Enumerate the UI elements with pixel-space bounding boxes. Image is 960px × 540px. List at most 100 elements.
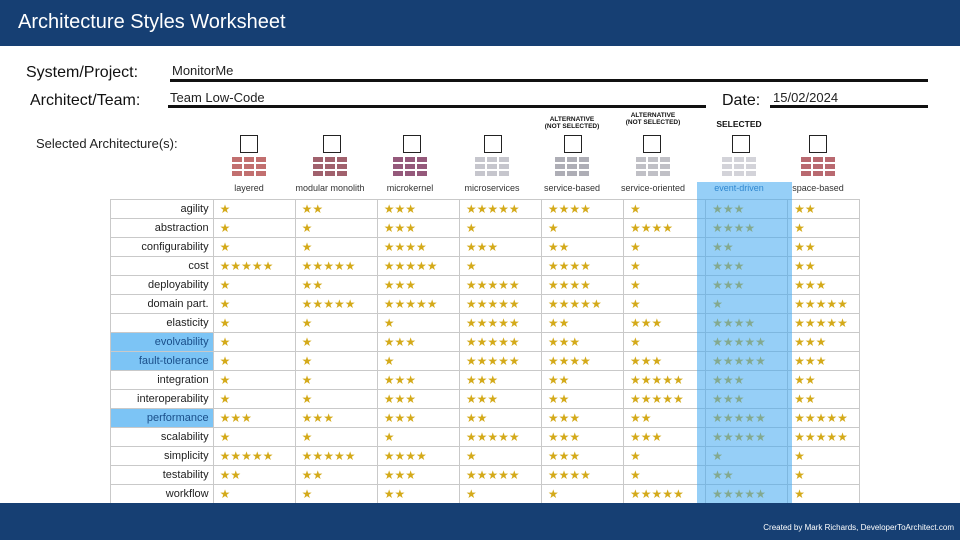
column-header-event-driven: event-driven	[714, 183, 764, 193]
star-icon: ★★★★★	[294, 294, 378, 314]
select-checkbox-microservices[interactable]	[484, 135, 502, 153]
star-icon: ★★★★★	[294, 256, 378, 276]
modular-monolith-diagram-icon	[313, 157, 347, 178]
star-icon: ★★★★★	[212, 256, 296, 276]
star-icon: ★★	[212, 465, 296, 485]
star-icon: ★★★★★	[376, 256, 460, 276]
rating-row-deployability: deployability ★ ★★ ★★★ ★★★★★ ★★★★ ★ ★★★ ★★★	[110, 275, 860, 295]
column-header-layered: layered	[234, 183, 264, 193]
architect-underline	[168, 105, 706, 108]
star-icon: ★★★	[540, 332, 624, 352]
star-icon: ★★	[705, 465, 789, 485]
star-icon: ★	[622, 256, 707, 276]
select-checkbox-microkernel[interactable]	[403, 135, 421, 153]
star-icon: ★	[294, 351, 378, 371]
star-icon: ★★	[458, 408, 542, 428]
footer-bar: Created by Mark Richards, DeveloperToArc…	[0, 503, 960, 540]
select-checkbox-event-driven[interactable]	[732, 135, 750, 153]
star-icon: ★	[540, 218, 624, 238]
star-icon: ★★★	[458, 389, 542, 409]
star-icon: ★	[294, 389, 378, 409]
star-icon: ★	[294, 427, 378, 447]
star-icon: ★	[787, 218, 860, 238]
star-icon: ★★★★★	[458, 275, 542, 295]
title-bar: Architecture Styles Worksheet	[0, 0, 960, 46]
star-icon: ★★★	[376, 408, 460, 428]
select-checkbox-space-based[interactable]	[809, 135, 827, 153]
star-icon: ★★★	[787, 351, 860, 371]
star-icon: ★★★	[787, 332, 860, 352]
star-icon: ★★★★★	[458, 351, 542, 371]
star-icon: ★	[212, 218, 296, 238]
row-label: configurability	[110, 237, 214, 257]
architect-value[interactable]: Team Low-Code	[170, 90, 265, 105]
column-header-service-oriented: service-oriented	[620, 183, 686, 193]
star-icon: ★	[622, 446, 707, 466]
row-label: scalability	[110, 427, 214, 447]
star-icon: ★★★★★	[705, 484, 789, 504]
star-icon: ★★★★	[622, 218, 707, 238]
ratings-table: agility ★ ★★ ★★★ ★★★★★ ★★★★ ★ ★★★ ★★ abstraction ★…	[110, 199, 860, 504]
event-driven-diagram-icon	[722, 157, 756, 178]
column-header-modular-monolith: modular monolith	[295, 183, 365, 193]
star-icon: ★	[376, 351, 460, 371]
rating-row-workflow: workflow ★ ★ ★★ ★ ★ ★★★★★ ★★★★★ ★	[110, 484, 860, 504]
star-icon: ★★★★★	[458, 332, 542, 352]
rating-row-abstraction: abstraction ★ ★ ★★★ ★ ★ ★★★★ ★★★★ ★	[110, 218, 860, 238]
star-icon: ★	[212, 389, 296, 409]
row-label: elasticity	[110, 313, 214, 333]
star-icon: ★★★	[622, 313, 707, 333]
star-icon: ★★★★★	[787, 427, 860, 447]
star-icon: ★★	[540, 237, 624, 257]
star-icon: ★	[376, 427, 460, 447]
system-value[interactable]: MonitorMe	[172, 63, 233, 78]
star-icon: ★★	[540, 389, 624, 409]
star-icon: ★★★★	[705, 313, 789, 333]
star-icon: ★	[212, 313, 296, 333]
row-label: domain part.	[110, 294, 214, 314]
page-title: Architecture Styles Worksheet	[18, 11, 286, 33]
select-checkbox-modular-monolith[interactable]	[323, 135, 341, 153]
date-value[interactable]: 15/02/2024	[773, 90, 838, 105]
column-status-service-based: ALTERNATIVE (NOT SELECTED)	[544, 116, 600, 130]
star-icon: ★★★★★	[622, 389, 707, 409]
star-icon: ★★	[787, 256, 860, 276]
star-icon: ★★★	[622, 351, 707, 371]
star-icon: ★	[212, 199, 296, 219]
row-label: cost	[110, 256, 214, 276]
select-checkbox-service-based[interactable]	[564, 135, 582, 153]
star-icon: ★★★★★	[622, 484, 707, 504]
star-icon: ★★★★	[540, 465, 624, 485]
star-icon: ★	[458, 218, 542, 238]
star-icon: ★★★★	[540, 351, 624, 371]
star-icon: ★★★	[540, 427, 624, 447]
star-icon: ★★	[787, 199, 860, 219]
select-checkbox-layered[interactable]	[240, 135, 258, 153]
star-icon: ★★★	[787, 275, 860, 295]
row-label: fault-tolerance	[110, 351, 214, 371]
selected-architectures-label: Selected Architecture(s):	[36, 136, 178, 151]
star-icon: ★★★★★	[458, 313, 542, 333]
rating-row-testability: testability ★★ ★★ ★★★ ★★★★★ ★★★★ ★ ★★ ★	[110, 465, 860, 485]
star-icon: ★★★	[294, 408, 378, 428]
star-icon: ★	[787, 484, 860, 504]
star-icon: ★★★	[376, 370, 460, 390]
star-icon: ★	[622, 294, 707, 314]
rating-row-agility: agility ★ ★★ ★★★ ★★★★★ ★★★★ ★ ★★★ ★★	[110, 199, 860, 219]
star-icon: ★★★	[705, 275, 789, 295]
star-icon: ★	[787, 446, 860, 466]
date-label: Date:	[722, 92, 761, 109]
rating-row-evolvability: evolvability ★ ★ ★★★ ★★★★★ ★★★ ★ ★★★★★ ★★★	[110, 332, 860, 352]
select-checkbox-service-oriented[interactable]	[643, 135, 661, 153]
star-icon: ★	[212, 427, 296, 447]
star-icon: ★★★★★	[212, 446, 296, 466]
star-icon: ★★	[705, 237, 789, 257]
star-icon: ★★★	[376, 275, 460, 295]
row-label: testability	[110, 465, 214, 485]
star-icon: ★	[622, 237, 707, 257]
star-icon: ★	[705, 294, 789, 314]
star-icon: ★	[458, 484, 542, 504]
column-header-space-based: space-based	[792, 183, 844, 193]
star-icon: ★	[376, 313, 460, 333]
star-icon: ★★	[787, 237, 860, 257]
